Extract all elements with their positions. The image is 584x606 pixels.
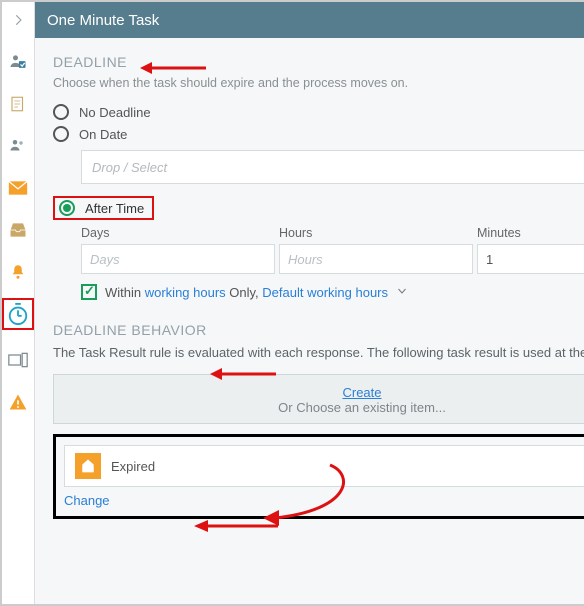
radio-icon-selected: [59, 200, 75, 216]
radio-icon: [53, 126, 69, 142]
or-choose-text: Or Choose an existing item...: [278, 400, 446, 415]
user-check-icon[interactable]: [6, 50, 30, 74]
change-link[interactable]: Change: [64, 493, 110, 508]
radio-label: After Time: [85, 201, 144, 216]
minutes-input[interactable]: [477, 244, 584, 274]
radio-after-time[interactable]: After Time: [53, 196, 584, 220]
chevron-down-icon[interactable]: [396, 285, 408, 300]
radio-on-date[interactable]: On Date: [53, 126, 584, 142]
wh-prefix: Within: [105, 285, 145, 300]
form-icon[interactable]: [6, 92, 30, 116]
timer-icon[interactable]: [6, 302, 30, 326]
radio-label: No Deadline: [79, 105, 151, 120]
main-panel: One Minute Task + DEADLINE Choose when t…: [35, 2, 584, 604]
titlebar: One Minute Task +: [35, 2, 584, 38]
inbox-icon[interactable]: [6, 218, 30, 242]
drop-select-placeholder: Drop / Select: [92, 160, 167, 175]
days-input[interactable]: [81, 244, 275, 274]
behavior-heading: DEADLINE BEHAVIOR: [53, 322, 584, 338]
radio-icon: [53, 104, 69, 120]
timer-icon-highlight: [2, 298, 34, 330]
expired-icon: [75, 453, 101, 479]
days-label: Days: [81, 226, 275, 240]
layout-icon[interactable]: [6, 348, 30, 372]
behavior-desc: The Task Result rule is evaluated with e…: [53, 344, 584, 362]
create-link[interactable]: Create: [342, 385, 381, 400]
radio-label: On Date: [79, 127, 127, 142]
working-hours-checkbox[interactable]: [81, 284, 97, 300]
deadline-heading: DEADLINE: [53, 54, 584, 70]
date-drop-select[interactable]: Drop / Select: [81, 150, 584, 184]
users-icon[interactable]: [6, 134, 30, 158]
mail-icon[interactable]: [6, 176, 30, 200]
radio-no-deadline[interactable]: No Deadline: [53, 104, 584, 120]
bell-icon[interactable]: [6, 260, 30, 284]
create-box: Create Or Choose an existing item...: [53, 374, 584, 424]
working-hours-link[interactable]: working hours: [145, 285, 226, 300]
page-title: One Minute Task: [47, 12, 159, 29]
expired-card[interactable]: Expired: [64, 445, 584, 487]
default-working-hours-link[interactable]: Default working hours: [262, 285, 388, 300]
expired-label: Expired: [111, 459, 155, 474]
hours-label: Hours: [279, 226, 473, 240]
hours-input[interactable]: [279, 244, 473, 274]
wh-mid: Only,: [226, 285, 263, 300]
existing-item-frame: Expired Change Edit...: [53, 434, 584, 519]
minutes-label: Minutes: [477, 226, 584, 240]
working-hours-row: Within working hours Only, Default worki…: [81, 284, 584, 300]
sidebar: [2, 2, 35, 604]
deadline-helper: Choose when the task should expire and t…: [53, 76, 584, 90]
warning-icon[interactable]: [6, 390, 30, 414]
back-icon[interactable]: [6, 8, 30, 32]
